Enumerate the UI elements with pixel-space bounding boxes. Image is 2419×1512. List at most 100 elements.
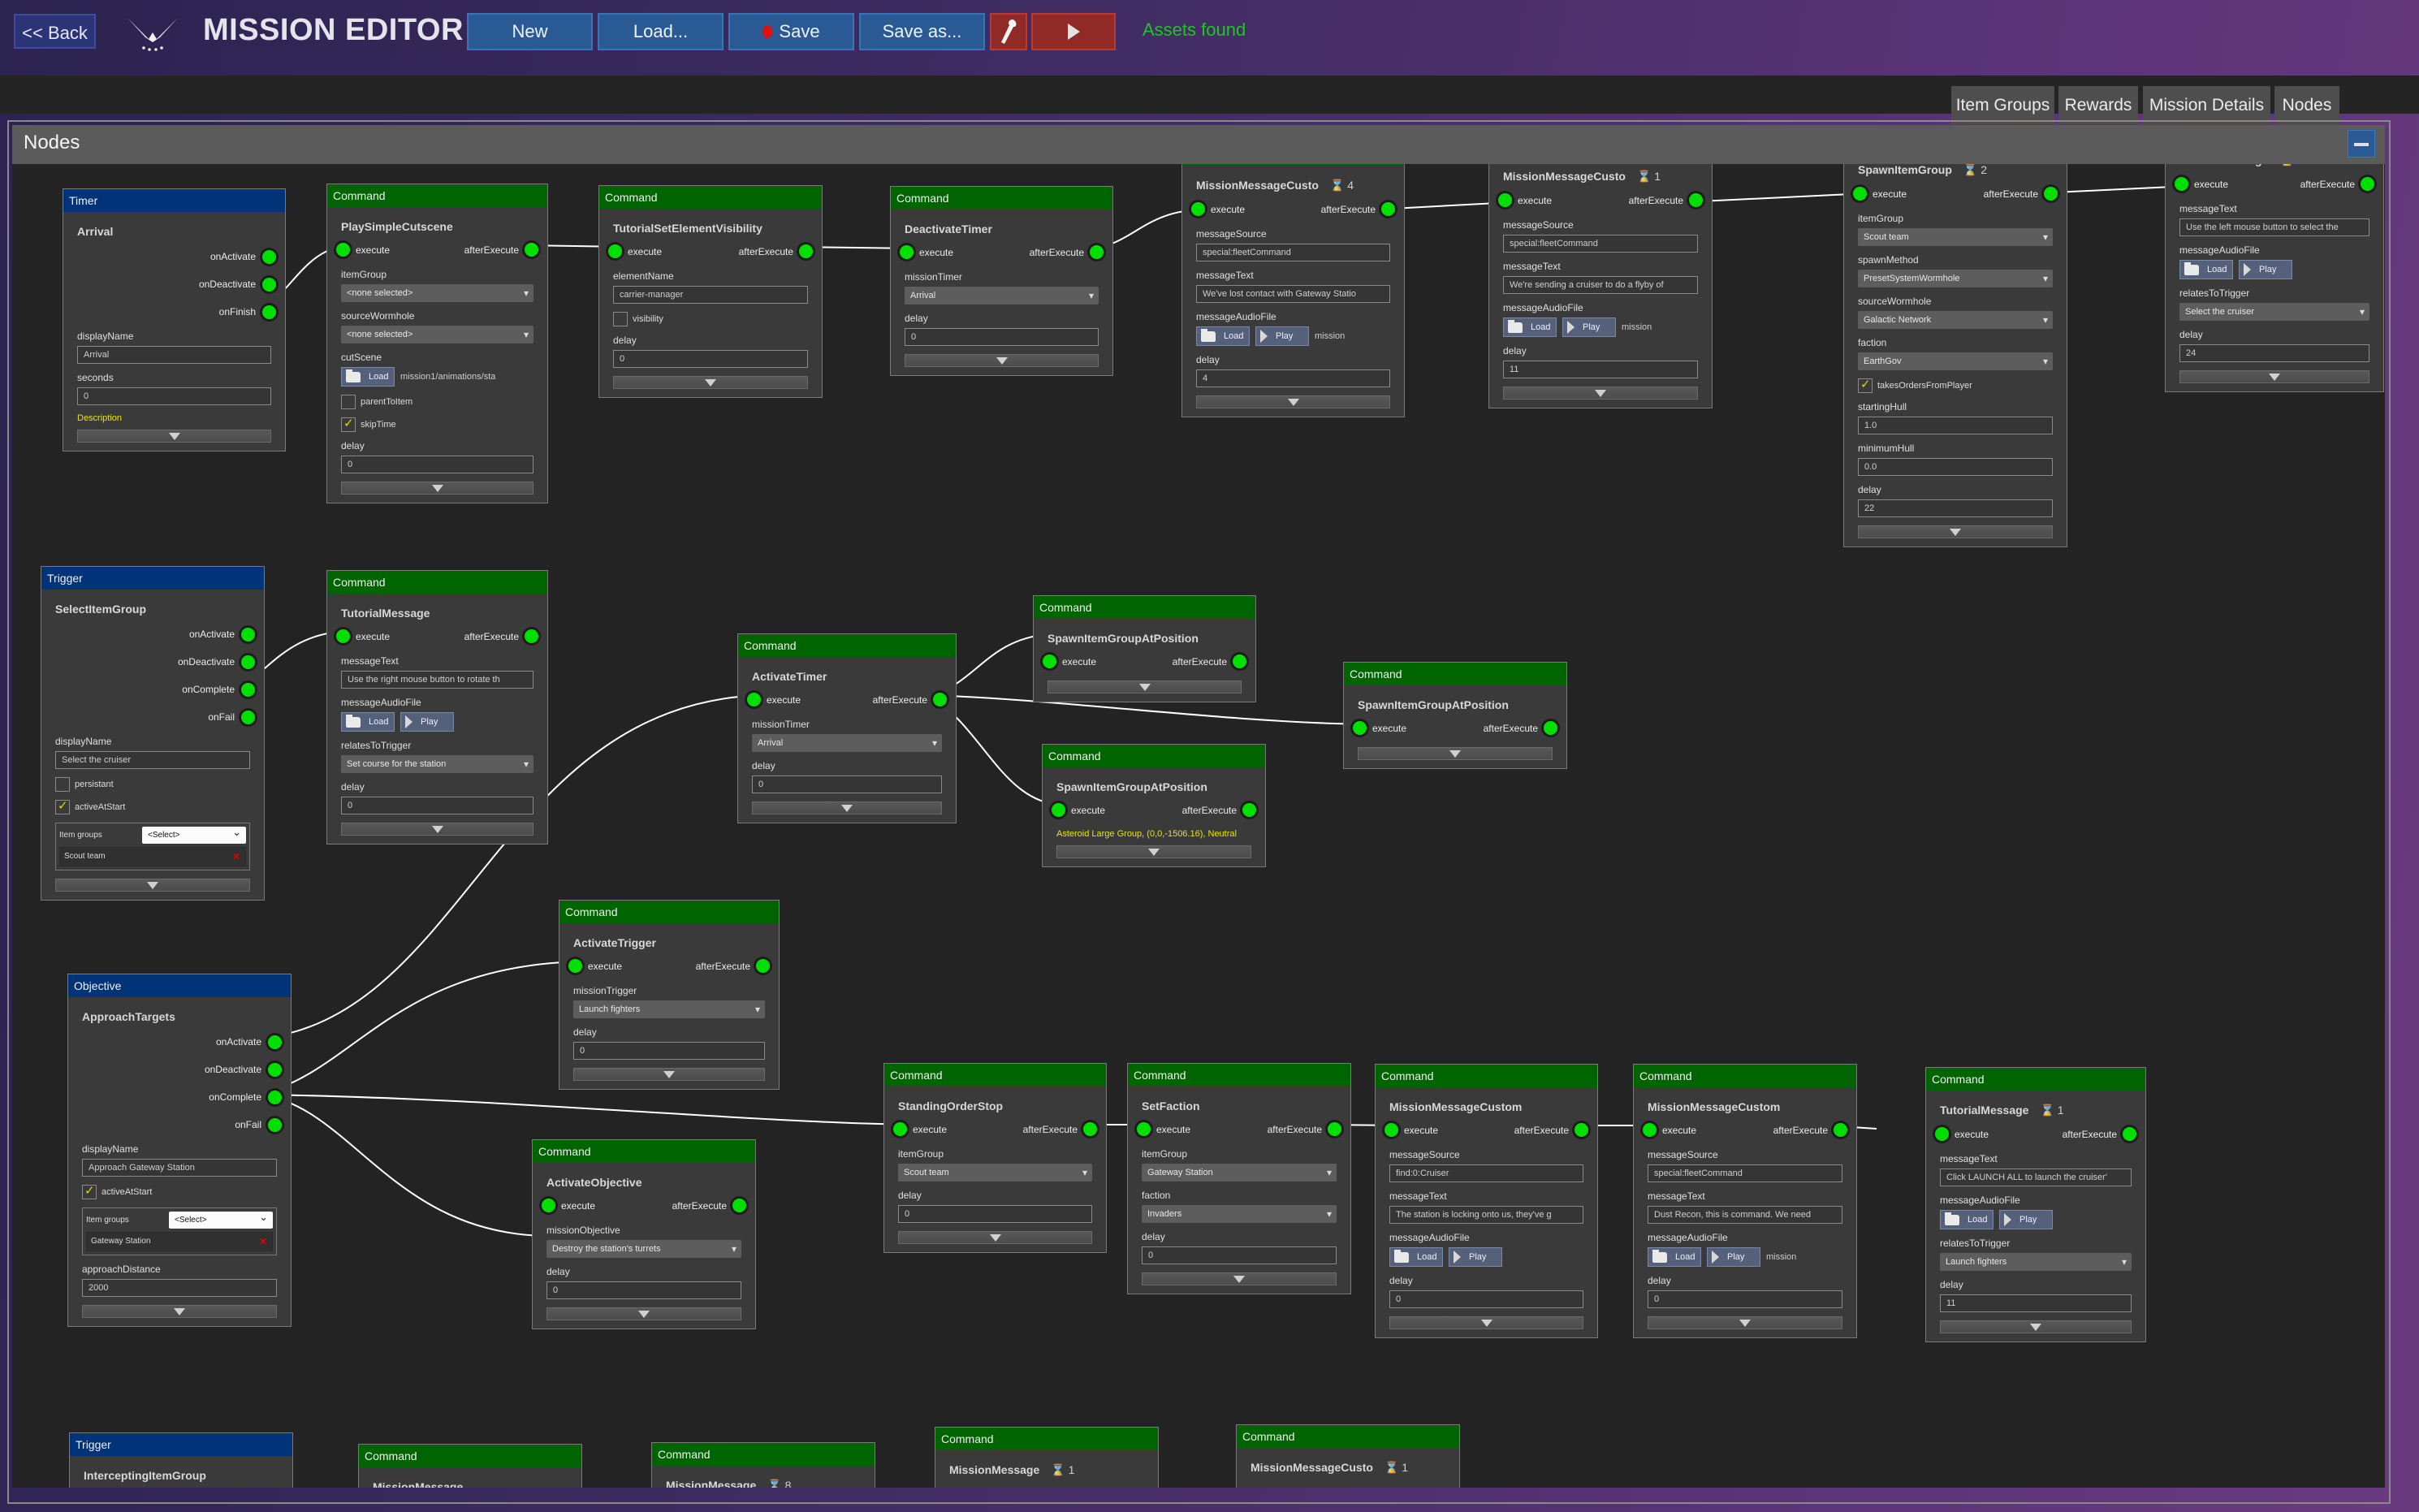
output-port-after-execute[interactable] xyxy=(525,243,538,257)
output-port-after-execute[interactable] xyxy=(525,629,538,643)
expand-toggle[interactable] xyxy=(341,482,533,495)
takes-orders-checkbox[interactable] xyxy=(1858,377,1873,393)
load-audio-button[interactable]: Load xyxy=(1196,326,1250,346)
delay-input[interactable]: 0 xyxy=(546,1281,741,1299)
input-port-execute[interactable] xyxy=(1935,1127,1949,1141)
input-port-execute[interactable] xyxy=(336,243,350,257)
expand-toggle[interactable] xyxy=(613,376,808,389)
expand-toggle[interactable] xyxy=(1940,1320,2132,1333)
load-audio-button[interactable]: Load xyxy=(1648,1247,1701,1267)
play-audio-button[interactable]: Play xyxy=(1707,1247,1760,1267)
output-port-on-deactivate[interactable] xyxy=(268,1062,282,1077)
command-node-mission-message-custom[interactable]: Command MissionMessageCustom execute aft… xyxy=(1375,1064,1598,1338)
expand-toggle[interactable] xyxy=(546,1307,741,1320)
active-at-start-checkbox[interactable] xyxy=(82,1183,97,1199)
input-port-execute[interactable] xyxy=(1353,721,1367,735)
run-mission-button[interactable] xyxy=(1031,13,1116,50)
delay-input[interactable]: 22 xyxy=(1858,499,2053,517)
delay-input[interactable]: 0 xyxy=(341,797,533,814)
back-button[interactable]: << Back xyxy=(14,14,96,49)
settings-button[interactable] xyxy=(990,13,1027,50)
relates-to-trigger-select[interactable]: Set course for the station xyxy=(341,755,533,773)
mission-timer-select[interactable]: Arrival xyxy=(752,734,942,752)
expand-toggle[interactable] xyxy=(82,1305,277,1318)
output-port-after-execute[interactable] xyxy=(1083,1122,1097,1136)
message-text-input[interactable]: Dust Recon, this is command. We need xyxy=(1648,1206,1842,1224)
new-button[interactable]: New xyxy=(467,13,593,50)
output-port-after-execute[interactable] xyxy=(2123,1127,2136,1141)
output-port-after-execute[interactable] xyxy=(732,1199,746,1212)
command-node-spawn-item-group-at-position[interactable]: Command SpawnItemGroupAtPosition execute… xyxy=(1343,662,1567,769)
load-audio-button[interactable]: Load xyxy=(1503,318,1557,337)
command-node-activate-timer[interactable]: Command ActivateTimer execute afterExecu… xyxy=(737,633,957,823)
source-wormhole-select[interactable]: <none selected> xyxy=(341,326,533,343)
output-port-after-execute[interactable] xyxy=(2044,187,2058,201)
message-text-input[interactable]: Use the right mouse button to rotate th xyxy=(341,671,533,689)
command-node-tutorial-message[interactable]: TutorialMessage⌛ 2 execute afterExecute … xyxy=(2165,164,2384,392)
item-group-select[interactable]: Scout team xyxy=(898,1164,1092,1182)
input-port-execute[interactable] xyxy=(542,1199,555,1212)
faction-select[interactable]: EarthGov xyxy=(1858,352,2053,370)
active-at-start-checkbox[interactable] xyxy=(55,798,70,814)
load-button[interactable]: Load... xyxy=(598,13,724,50)
expand-toggle[interactable] xyxy=(905,354,1099,367)
expand-toggle[interactable] xyxy=(573,1068,765,1081)
mission-trigger-select[interactable]: Launch fighters xyxy=(573,1000,765,1018)
item-groups-select[interactable]: <Select> xyxy=(142,823,246,844)
input-port-execute[interactable] xyxy=(608,244,622,258)
mission-timer-select[interactable]: Arrival xyxy=(905,287,1099,305)
command-node-mission-message-custom[interactable]: Command MissionMessageCusto ⌛ 1 xyxy=(1236,1424,1460,1488)
command-node-mission-message-custom[interactable]: MissionMessageCusto ⌛ 1 execute afterExec… xyxy=(1488,164,1713,408)
expand-toggle[interactable] xyxy=(1389,1316,1583,1329)
input-port-execute[interactable] xyxy=(336,629,350,643)
expand-toggle[interactable] xyxy=(2179,370,2369,383)
output-port-after-execute[interactable] xyxy=(2361,177,2374,191)
input-port-execute[interactable] xyxy=(1191,202,1205,216)
output-port-on-complete[interactable] xyxy=(268,1090,282,1104)
output-port-after-execute[interactable] xyxy=(1689,193,1703,207)
expand-toggle[interactable] xyxy=(1142,1272,1337,1285)
spawn-method-select[interactable]: PresetSystemWormhole xyxy=(1858,270,2053,287)
output-port-after-execute[interactable] xyxy=(933,693,947,706)
load-audio-button[interactable]: Load xyxy=(1389,1247,1443,1267)
starting-hull-input[interactable]: 1.0 xyxy=(1858,417,2053,434)
command-node-tutorial-set-element-visibility[interactable]: Command TutorialSetElementVisibility exe… xyxy=(598,185,823,398)
objective-node-approach-targets[interactable]: Objective ApproachTargets onActivate onD… xyxy=(67,974,292,1327)
command-node-deactivate-timer[interactable]: Command DeactivateTimer execute afterExe… xyxy=(890,186,1113,376)
message-source-input[interactable]: special:fleetCommand xyxy=(1503,235,1698,253)
output-port-on-activate[interactable] xyxy=(262,249,276,264)
delay-input[interactable]: 0 xyxy=(752,775,942,793)
output-port-on-activate[interactable] xyxy=(268,1035,282,1049)
expand-toggle[interactable] xyxy=(1056,845,1251,858)
expand-toggle[interactable] xyxy=(77,430,271,443)
relates-to-trigger-select[interactable]: Select the cruiser xyxy=(2179,303,2369,321)
visibility-checkbox[interactable] xyxy=(613,312,628,326)
delay-input[interactable]: 11 xyxy=(1503,361,1698,378)
delay-input[interactable]: 0 xyxy=(905,328,1099,346)
play-audio-button[interactable]: Play xyxy=(1562,318,1616,337)
command-node-mission-message[interactable]: Command MissionMessage xyxy=(358,1444,582,1488)
output-port-after-execute[interactable] xyxy=(1233,654,1246,668)
expand-toggle[interactable] xyxy=(1358,747,1553,760)
collapse-button[interactable] xyxy=(2348,130,2375,158)
output-port-after-execute[interactable] xyxy=(1242,803,1256,817)
save-button[interactable]: Save xyxy=(728,13,854,50)
delay-input[interactable]: 0 xyxy=(898,1205,1092,1223)
command-node-tutorial-message[interactable]: Command TutorialMessage execute afterExe… xyxy=(326,570,548,845)
command-node-standing-order-stop[interactable]: Command StandingOrderStop execute afterE… xyxy=(883,1063,1107,1253)
message-text-input[interactable]: Use the left mouse button to select the xyxy=(2179,218,2369,236)
output-port-on-deactivate[interactable] xyxy=(241,654,255,669)
delay-input[interactable]: 0 xyxy=(1389,1290,1583,1308)
play-audio-button[interactable]: Play xyxy=(1999,1210,2053,1229)
command-node-spawn-item-group[interactable]: SpawnItemGroup ⌛ 2 execute afterExecute i… xyxy=(1843,164,2067,547)
output-port-after-execute[interactable] xyxy=(1834,1123,1847,1137)
remove-icon[interactable]: ✕ xyxy=(232,848,240,866)
source-wormhole-select[interactable]: Galactic Network xyxy=(1858,311,2053,329)
load-audio-button[interactable]: Load xyxy=(2179,260,2233,279)
delay-input[interactable]: 0 xyxy=(1142,1246,1337,1264)
item-group-select[interactable]: <none selected> xyxy=(341,284,533,302)
element-name-input[interactable]: carrier-manager xyxy=(613,286,808,304)
command-node-mission-message-custom[interactable]: Command MissionMessageCustom execute aft… xyxy=(1633,1064,1857,1338)
item-group-select[interactable]: Gateway Station xyxy=(1142,1164,1337,1182)
load-cutscene-button[interactable]: Load xyxy=(341,367,395,387)
